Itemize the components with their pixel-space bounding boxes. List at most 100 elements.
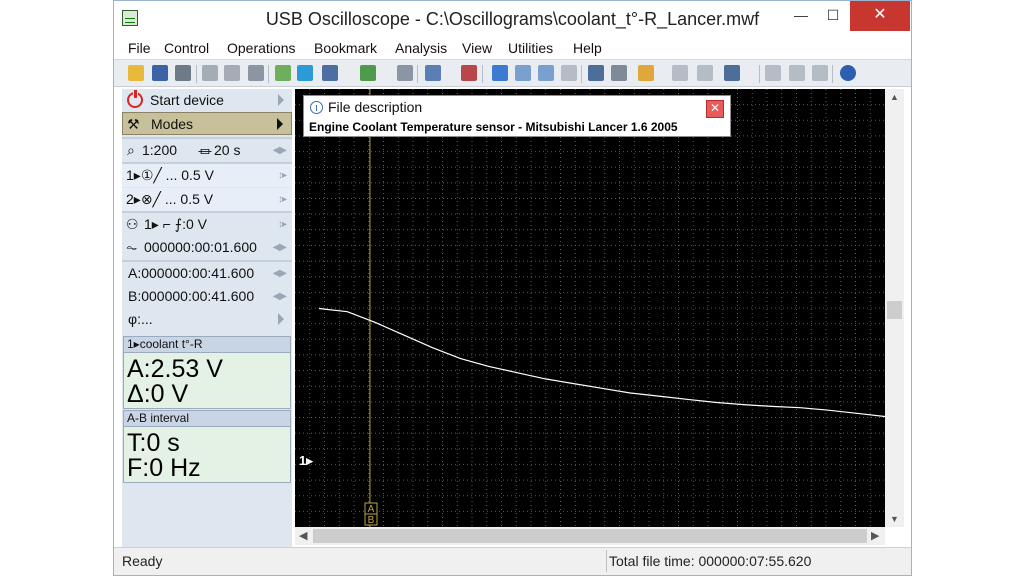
toolbar-separator	[759, 65, 760, 83]
oscilloscope-display[interactable]: A B 1▸	[295, 89, 886, 527]
minimize-button[interactable]: —	[785, 1, 817, 31]
status-divider	[606, 550, 607, 572]
undo-icon[interactable]	[397, 65, 413, 81]
menu-help[interactable]: Help	[573, 40, 602, 56]
power-icon	[127, 90, 143, 108]
horizontal-scroll-thumb[interactable]	[313, 529, 867, 543]
check-down-icon[interactable]	[515, 65, 531, 81]
toolbar-separator	[417, 65, 418, 83]
close-file-icon[interactable]	[812, 65, 828, 81]
file-description-title: File description	[328, 99, 423, 115]
delete-icon[interactable]	[461, 65, 477, 81]
start-device-button[interactable]: Start device	[122, 89, 292, 112]
scroll-left-icon[interactable]: ◀	[299, 529, 307, 542]
channel2-settings: 2▸⊗╱ ... 0.5 V	[126, 191, 214, 207]
open-folder-icon[interactable]	[128, 65, 144, 81]
capture-icon[interactable]	[297, 65, 313, 81]
scroll-right-icon[interactable]: ▶	[871, 529, 879, 542]
chevron-right-icon	[278, 313, 284, 325]
signal-channel2-icon[interactable]	[360, 65, 376, 81]
file-description-text: Engine Coolant Temperature sensor - Mits…	[309, 120, 678, 134]
cursor-b-label: B	[368, 515, 375, 526]
zoom-icon: ⌕	[127, 142, 135, 158]
waveform-plot[interactable]: A B 1▸	[295, 89, 886, 527]
cursor-a-row[interactable]: A:000000:00:41.600 ◀▶	[122, 262, 292, 285]
spin-arrows-icon[interactable]: ◀▶	[273, 145, 287, 156]
toolbar-separator	[196, 65, 197, 83]
scroll-down-icon[interactable]: ▼	[890, 514, 899, 524]
trigger-row[interactable]: ⚇ 1▸ ⌐ ⨍:0 V ↕▸	[122, 213, 292, 236]
start-device-label: Start device	[150, 92, 224, 108]
vertical-scroll-thumb[interactable]	[887, 301, 902, 319]
menu-control[interactable]: Control	[164, 40, 209, 56]
spin-arrows-icon[interactable]: ↕▸	[278, 219, 287, 230]
time-window-value: 20 s	[214, 142, 241, 158]
document-icon[interactable]	[561, 65, 577, 81]
signal-channel1-icon[interactable]	[322, 65, 338, 81]
file-description-popup: File description ✕ Engine Coolant Temper…	[303, 95, 731, 137]
menu-file[interactable]: File	[128, 40, 151, 56]
cursor-a-value: A:000000:00:41.600	[128, 265, 255, 281]
modes-button[interactable]: ⚒ Modes	[122, 112, 292, 135]
measure-frequency: F:0 Hz	[127, 454, 201, 482]
vertical-scrollbar[interactable]: ▲ ▼	[885, 89, 904, 527]
play-marker-icon[interactable]	[672, 65, 688, 81]
spin-arrows-icon[interactable]: ↕▸	[278, 194, 287, 205]
menu-view[interactable]: View	[462, 40, 492, 56]
marker-set-icon[interactable]	[638, 65, 654, 81]
check-up-icon[interactable]	[538, 65, 554, 81]
maximize-button[interactable]: ☐	[817, 1, 849, 31]
chevron-right-icon	[277, 118, 283, 130]
chevron-right-icon	[278, 94, 284, 106]
menu-bar: File Control Operations Bookmark Analysi…	[114, 37, 911, 59]
spin-arrows-icon[interactable]: ↕▸	[278, 170, 287, 181]
image-icon[interactable]	[765, 65, 781, 81]
tools-icon[interactable]	[248, 65, 264, 81]
help-icon[interactable]	[840, 65, 856, 81]
paste-icon[interactable]	[224, 65, 240, 81]
period-value: 000000:00:01.600	[144, 239, 257, 255]
status-bar: Ready Total file time: 000000:07:55.620	[114, 547, 911, 575]
channel1-trace	[318, 307, 886, 418]
scale-row[interactable]: ⌕ 1:200 ⏛ 20 s ◀▶	[122, 139, 292, 162]
channel2-row[interactable]: 2▸⊗╱ ... 0.5 V ↕▸	[122, 188, 292, 211]
menu-analysis[interactable]: Analysis	[395, 40, 447, 56]
phase-row[interactable]: φ:...	[122, 308, 292, 331]
time-window-icon: ⏛	[198, 144, 212, 160]
menu-utilities[interactable]: Utilities	[508, 40, 553, 56]
channel1-row[interactable]: 1▸①╱ ... 0.5 V ↕▸	[122, 164, 292, 187]
channel1-marker: 1▸	[299, 453, 314, 468]
close-button[interactable]: ✕	[850, 1, 910, 31]
menu-bookmark[interactable]: Bookmark	[314, 40, 377, 56]
spin-arrows-icon[interactable]: ◀▶	[273, 291, 287, 302]
copy-icon[interactable]	[202, 65, 218, 81]
measure-value-a: A:2.53 V	[127, 355, 223, 383]
spin-arrows-icon[interactable]: ◀▶	[273, 268, 287, 279]
grid-view-icon[interactable]	[588, 65, 604, 81]
info-icon	[310, 101, 323, 114]
menu-operations[interactable]: Operations	[227, 40, 295, 56]
scroll-up-icon[interactable]: ▲	[890, 92, 899, 102]
period-icon: ⏦	[126, 239, 138, 255]
period-row[interactable]: ⏦ 000000:00:01.600 ◀▶	[122, 236, 292, 259]
print-icon[interactable]	[175, 65, 191, 81]
edit-marker-icon[interactable]	[611, 65, 627, 81]
display-mode-icon[interactable]	[724, 65, 740, 81]
trigger-edge-icon[interactable]	[275, 65, 291, 81]
binoculars-icon: ⚇	[126, 216, 139, 232]
measure-channel-box: A:2.53 V Δ:0 V	[123, 353, 291, 409]
scale-value: 1:200	[142, 142, 178, 158]
popup-close-button[interactable]: ✕	[706, 100, 724, 118]
report-icon[interactable]	[789, 65, 805, 81]
stop-marker-icon[interactable]	[697, 65, 713, 81]
app-window: USB Oscilloscope - C:\Oscillograms\coola…	[113, 0, 912, 576]
horizontal-scrollbar[interactable]: ◀ ▶	[295, 527, 885, 545]
toolbar-separator	[482, 65, 483, 83]
cursor-b-row[interactable]: B:000000:00:41.600 ◀▶	[122, 285, 292, 308]
save-icon[interactable]	[152, 65, 168, 81]
spin-arrows-icon[interactable]: ◀▶	[273, 242, 287, 253]
toolbar-separator	[268, 65, 269, 83]
measure-delta: Δ:0 V	[127, 380, 189, 408]
zoom-signal-icon[interactable]	[425, 65, 441, 81]
check-icon[interactable]	[492, 65, 508, 81]
